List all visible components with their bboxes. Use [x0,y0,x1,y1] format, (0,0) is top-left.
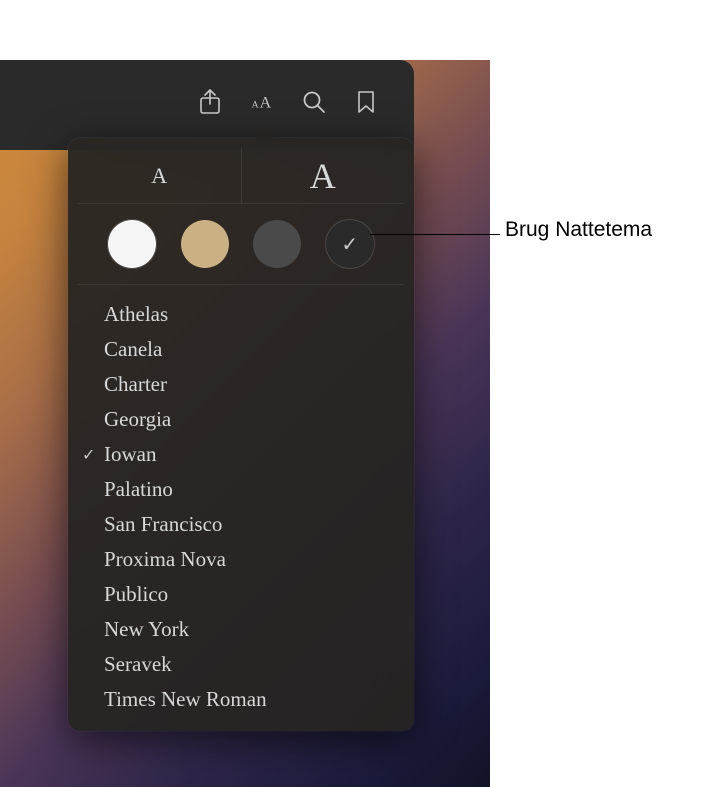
check-icon: ✓ [82,445,104,465]
font-label: Athelas [104,302,168,327]
search-icon[interactable] [302,90,326,114]
font-item[interactable]: San Francisco [68,507,414,542]
toolbar: A A [0,78,414,126]
font-label: Georgia [104,407,171,432]
theme-sepia[interactable] [181,220,229,268]
font-item[interactable]: Charter [68,367,414,402]
font-item[interactable]: Palatino [68,472,414,507]
callout-line [370,234,500,235]
font-list: AthelasCanelaCharterGeorgia✓IowanPalatin… [68,285,414,717]
svg-text:A: A [252,100,259,111]
font-item[interactable]: New York [68,612,414,647]
font-size-row: A A [78,148,404,204]
share-icon[interactable] [198,90,222,114]
bookmark-icon[interactable] [354,90,378,114]
font-label: Iowan [104,442,156,467]
font-label: Seravek [104,652,172,677]
font-item[interactable]: Publico [68,577,414,612]
font-label: Palatino [104,477,173,502]
svg-text:A: A [260,95,272,112]
font-item[interactable]: Canela [68,332,414,367]
font-item[interactable]: Georgia [68,402,414,437]
popover-arrow [254,129,274,139]
font-item[interactable]: Athelas [68,297,414,332]
font-label: Publico [104,582,168,607]
theme-white[interactable] [108,220,156,268]
theme-night[interactable]: ✓ [326,220,374,268]
decrease-font-button[interactable]: A [78,148,241,203]
font-item[interactable]: ✓Iowan [68,437,414,472]
check-icon: ✓ [341,232,358,257]
increase-font-button[interactable]: A [242,148,405,203]
font-item[interactable]: Proxima Nova [68,542,414,577]
appearance-icon[interactable]: A A [250,90,274,114]
font-item[interactable]: Seravek [68,647,414,682]
font-label: San Francisco [104,512,222,537]
theme-row: ✓ [78,204,404,285]
appearance-popover: A A ✓ AthelasCanelaCharterGeorgia✓IowanP… [68,138,414,731]
font-label: Charter [104,372,167,397]
callout-label: Brug Nattetema [505,218,652,242]
font-item[interactable]: Times New Roman [68,682,414,717]
font-label: Canela [104,337,162,362]
font-label: Proxima Nova [104,547,226,572]
theme-gray[interactable] [253,220,301,268]
font-label: Times New Roman [104,687,267,712]
font-label: New York [104,617,189,642]
